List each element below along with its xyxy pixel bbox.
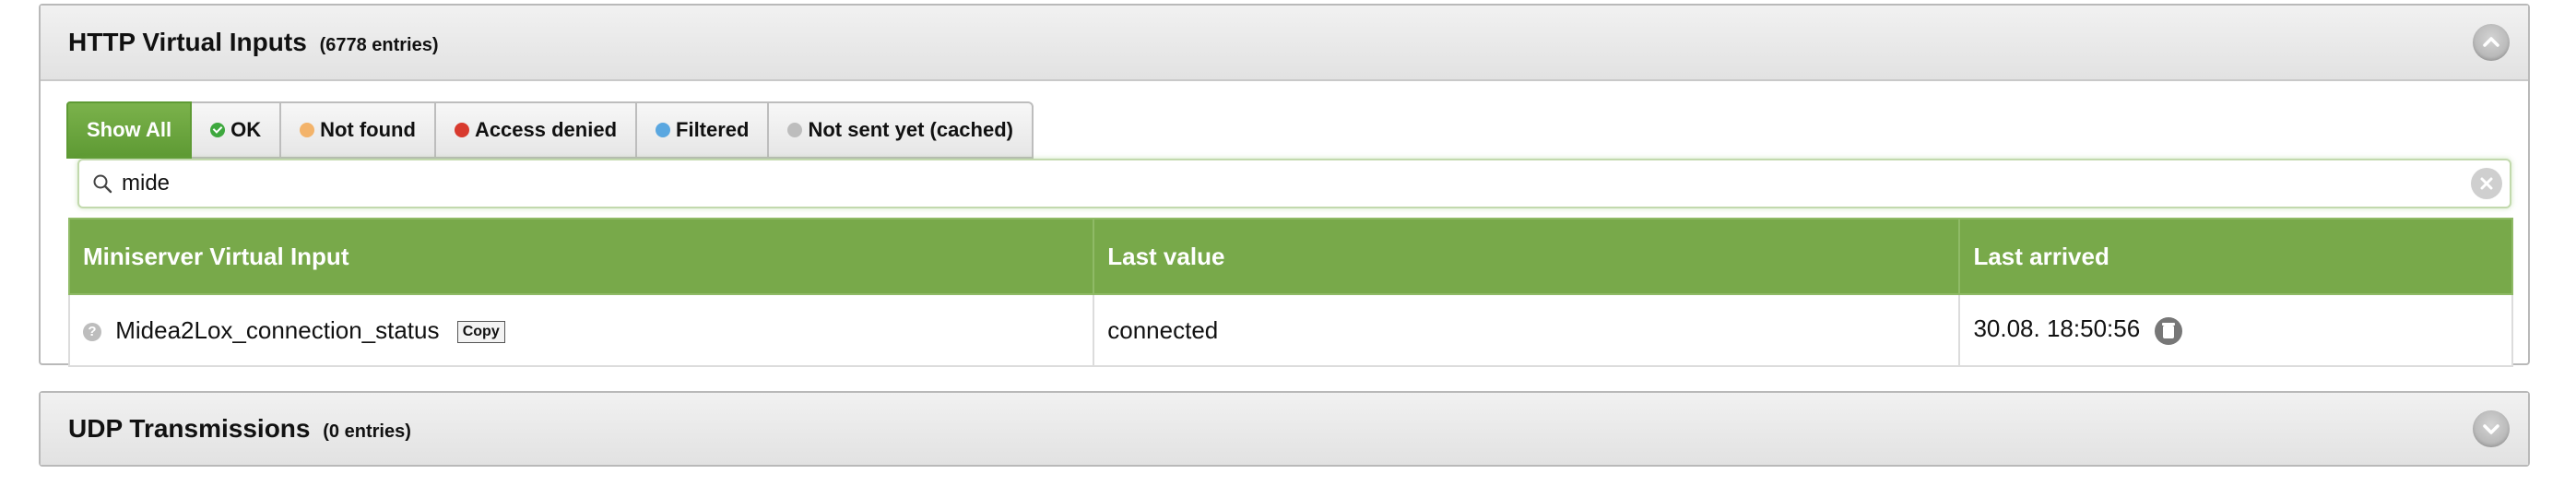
filter-filtered[interactable]: Filtered [637,101,770,159]
filter-not-found[interactable]: Not found [281,101,436,159]
column-header-last-arrived[interactable]: Last arrived [1958,218,2513,295]
search-input[interactable] [116,170,2471,197]
http-panel-title: HTTP Virtual Inputs (6778 entries) [68,28,439,57]
filter-not-sent-label: Not sent yet (cached) [808,118,1013,141]
http-panel-title-text: HTTP Virtual Inputs [68,28,307,56]
filter-ok-label: OK [230,118,262,141]
filtered-icon [656,123,671,137]
http-panel-header[interactable]: HTTP Virtual Inputs (6778 entries) [41,6,2528,81]
cell-last-arrived: 30.08. 18:50:56 [1958,293,2513,367]
chevron-up-icon[interactable] [2473,24,2510,61]
access-denied-icon [454,123,469,137]
cell-last-value: connected [1093,293,1961,367]
search-box [77,159,2511,208]
virtual-input-name: Midea2Lox_connection_status [115,315,440,344]
table-header-row: Miniserver Virtual Input Last value Last… [67,218,2513,295]
filter-filtered-label: Filtered [676,118,750,141]
filter-access-denied[interactable]: Access denied [435,101,638,159]
udp-transmissions-panel: UDP Transmissions (0 entries) [39,391,2530,467]
filter-show-all[interactable]: Show All [66,101,193,159]
trash-icon[interactable] [2154,316,2183,346]
column-header-last-value[interactable]: Last value [1093,218,1961,295]
filter-not-sent[interactable]: Not sent yet (cached) [769,101,1034,159]
help-icon[interactable]: ? [83,322,101,341]
http-virtual-inputs-panel: HTTP Virtual Inputs (6778 entries) Show … [39,4,2530,367]
copy-button[interactable]: Copy [456,320,505,343]
filter-access-denied-label: Access denied [474,118,618,141]
filter-not-found-label: Not found [320,118,416,141]
ok-icon [210,123,226,137]
not-found-icon [300,123,315,137]
filter-tabs: Show All OK Not found Access denied Filt… [66,101,1034,159]
udp-panel-title-text: UDP Transmissions [68,414,311,443]
chevron-down-icon[interactable] [2473,410,2510,447]
filter-show-all-label: Show All [87,118,172,141]
udp-entry-count: (0 entries) [323,421,411,442]
udp-panel-header[interactable]: UDP Transmissions (0 entries) [41,393,2528,465]
not-sent-icon [787,123,803,137]
filter-ok[interactable]: OK [192,101,282,159]
column-header-virtual-input[interactable]: Miniserver Virtual Input [67,218,1095,295]
last-arrived-time: 30.08. 18:50:56 [1973,314,2141,343]
search-icon [89,170,116,197]
udp-panel-title: UDP Transmissions (0 entries) [68,414,411,444]
cell-virtual-input: ? Midea2Lox_connection_status Copy [67,293,1095,367]
clear-search-icon[interactable] [2471,168,2502,199]
http-entry-count: (6778 entries) [319,35,439,55]
table-row: ? Midea2Lox_connection_status Copy conne… [67,293,2513,367]
virtual-inputs-table: Miniserver Virtual Input Last value Last… [67,218,2513,367]
